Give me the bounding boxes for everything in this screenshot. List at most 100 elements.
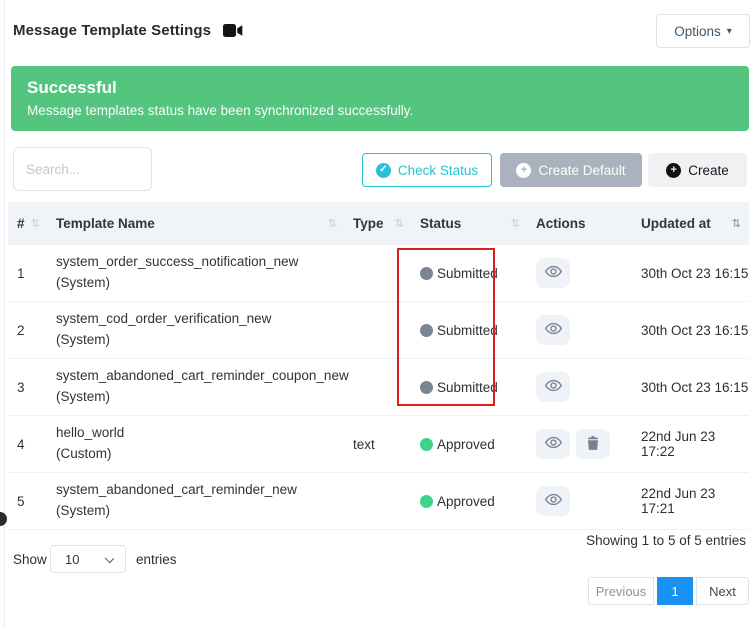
actions-cell xyxy=(528,315,633,345)
view-button[interactable] xyxy=(536,258,570,288)
table-row: 4hello_world(Custom)textApproved22nd Jun… xyxy=(8,416,749,473)
eye-icon xyxy=(545,322,562,338)
delete-button[interactable] xyxy=(576,429,610,459)
check-status-button[interactable]: ✓ Check Status xyxy=(362,153,492,187)
column-label: Type xyxy=(353,216,384,231)
column-label: Actions xyxy=(536,216,586,231)
sort-icon[interactable]: ⇅ xyxy=(328,217,337,230)
updated-at-cell: 22nd Jun 23 17:21 xyxy=(633,486,749,516)
column-header-[interactable]: #⇅ xyxy=(8,202,48,245)
sort-icon[interactable]: ⇅ xyxy=(732,217,741,230)
template-name: system_abandoned_cart_reminder_coupon_ne… xyxy=(56,366,345,387)
eye-icon xyxy=(545,379,562,395)
actions-cell xyxy=(528,258,633,288)
plus-circle-icon: + xyxy=(666,163,681,178)
create-button[interactable]: + Create xyxy=(648,153,747,187)
alert-message: Message templates status have been synch… xyxy=(27,103,733,118)
sort-icon[interactable]: ⇅ xyxy=(31,217,40,230)
template-origin: (System) xyxy=(56,273,345,294)
previous-page-button[interactable]: Previous xyxy=(588,577,654,605)
status-dot-icon xyxy=(420,324,433,337)
view-button[interactable] xyxy=(536,372,570,402)
page-size-value: 10 xyxy=(65,552,79,567)
eye-icon xyxy=(545,436,562,452)
template-name: system_cod_order_verification_new xyxy=(56,309,345,330)
status-label: Submitted xyxy=(437,266,498,281)
create-label: Create xyxy=(688,163,729,178)
type-cell: text xyxy=(345,437,412,452)
entries-summary: Showing 1 to 5 of 5 entries xyxy=(586,533,746,548)
column-label: Updated at xyxy=(641,216,711,231)
actions-cell xyxy=(528,429,633,459)
template-name: hello_world xyxy=(56,423,345,444)
template-name-cell: system_order_success_notification_new(Sy… xyxy=(48,252,345,294)
template-origin: (Custom) xyxy=(56,444,345,465)
status-label: Submitted xyxy=(437,380,498,395)
status-dot-icon xyxy=(420,381,433,394)
eye-icon xyxy=(545,265,562,281)
plus-circle-icon: + xyxy=(516,163,531,178)
template-origin: (System) xyxy=(56,501,345,522)
template-name-cell: system_abandoned_cart_reminder_new(Syste… xyxy=(48,480,345,522)
column-header-status[interactable]: Status⇅ xyxy=(412,202,528,245)
left-edge-widget[interactable] xyxy=(0,512,7,526)
column-header-type[interactable]: Type ⇅ xyxy=(345,202,412,245)
options-label: Options xyxy=(674,24,721,39)
column-header-template-name[interactable]: Template Name⇅ xyxy=(48,202,345,245)
template-name-cell: system_abandoned_cart_reminder_coupon_ne… xyxy=(48,366,345,408)
pagination: Previous 1 Next xyxy=(588,577,749,605)
actions-cell xyxy=(528,486,633,516)
row-number: 4 xyxy=(8,437,48,452)
template-name-cell: hello_world(Custom) xyxy=(48,423,345,465)
page-size-select[interactable]: 10 xyxy=(50,545,126,573)
updated-at-cell: 30th Oct 23 16:15 xyxy=(633,266,749,281)
page-title: Message Template Settings xyxy=(13,22,211,39)
options-button[interactable]: Options ▾ xyxy=(656,14,750,48)
check-circle-icon: ✓ xyxy=(376,163,391,178)
updated-at-cell: 22nd Jun 23 17:22 xyxy=(633,429,749,459)
success-alert: Successful Message templates status have… xyxy=(11,66,749,131)
eye-icon xyxy=(545,493,562,509)
actions-cell xyxy=(528,372,633,402)
column-header-actions: Actions xyxy=(528,202,633,245)
template-origin: (System) xyxy=(56,330,345,351)
status-label: Submitted xyxy=(437,323,498,338)
table-row: 5system_abandoned_cart_reminder_new(Syst… xyxy=(8,473,749,530)
table-row: 2 system_cod_order_verification_new(Syste… xyxy=(8,302,749,359)
status-cell: Approved xyxy=(412,494,528,509)
status-cell: Submitted xyxy=(412,266,528,281)
next-page-button[interactable]: Next xyxy=(696,577,749,605)
view-button[interactable] xyxy=(536,315,570,345)
sort-icon[interactable]: ⇅ xyxy=(511,217,520,230)
row-number: 5 xyxy=(8,494,48,509)
status-cell: Approved xyxy=(412,437,528,452)
status-dot-icon xyxy=(420,438,433,451)
column-label: # xyxy=(17,216,25,231)
template-name: system_order_success_notification_new xyxy=(56,252,345,273)
caret-down-icon: ▾ xyxy=(727,26,732,37)
view-button[interactable] xyxy=(536,486,570,516)
status-dot-icon xyxy=(420,267,433,280)
status-dot-icon xyxy=(420,495,433,508)
search-input[interactable] xyxy=(13,147,152,191)
templates-table: #⇅Template Name⇅Type⇅Status⇅ActionsUpdat… xyxy=(8,202,749,530)
view-button[interactable] xyxy=(536,429,570,459)
table-header-row: #⇅Template Name⇅Type⇅Status⇅ActionsUpdat… xyxy=(8,202,749,245)
sort-icon[interactable]: ⇅ xyxy=(395,217,404,230)
updated-at-cell: 30th Oct 23 16:15 xyxy=(633,380,749,395)
table-row: 3system_abandoned_cart_reminder_coupon_n… xyxy=(8,359,749,416)
chevron-down-icon xyxy=(105,554,114,563)
column-header-updated-at[interactable]: Updated at ⇅ xyxy=(633,202,749,245)
alert-title: Successful xyxy=(27,78,733,98)
updated-at-cell: 30th Oct 23 16:15 xyxy=(633,323,749,338)
entries-label: entries xyxy=(136,552,177,567)
create-default-button[interactable]: + Create Default xyxy=(500,153,642,187)
row-number: 2 xyxy=(8,323,48,338)
template-origin: (System) xyxy=(56,387,345,408)
current-page-button[interactable]: 1 xyxy=(657,577,693,605)
card-left-border xyxy=(4,0,5,629)
show-label: Show xyxy=(13,552,47,567)
table-body: 1system_order_success_notification_new(S… xyxy=(8,245,749,530)
page-header: Message Template Settings xyxy=(13,22,243,39)
template-name: system_abandoned_cart_reminder_new xyxy=(56,480,345,501)
